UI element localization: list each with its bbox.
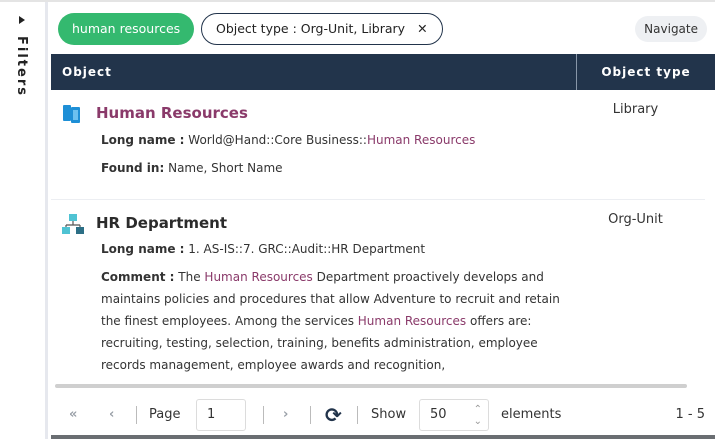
page-size-value: 50: [430, 407, 447, 422]
object-title[interactable]: HR Department: [96, 214, 227, 232]
found-in-label: Found in:: [101, 161, 165, 175]
comment-label: Comment :: [101, 270, 175, 284]
filter-chip-label: Object type : Org-Unit, Library: [216, 21, 406, 36]
highlight: Human Resources: [357, 314, 467, 328]
object-type: Org-Unit: [608, 212, 663, 227]
object-type-filter-chip[interactable]: Object type : Org-Unit, Library ✕: [201, 13, 443, 45]
next-page-icon[interactable]: ›: [283, 397, 288, 433]
long-name-value: 1. AS-IS::7. GRC::Audit::HR Department: [188, 242, 426, 256]
filters-sidebar[interactable]: Filters: [0, 2, 48, 439]
horizontal-scrollbar[interactable]: [55, 384, 687, 388]
found-in: Found in: Name, Short Name: [101, 157, 571, 179]
table-header: Object Object type: [51, 54, 715, 90]
divider: [310, 406, 311, 424]
remove-filter-icon[interactable]: ✕: [417, 14, 427, 44]
page-input[interactable]: 1: [196, 399, 246, 431]
found-in-value: Name, Short Name: [168, 161, 283, 175]
table-row[interactable]: Human Resources Library Long name : Worl…: [51, 90, 705, 200]
navigate-button[interactable]: Navigate: [635, 16, 707, 42]
long-name-label: Long name :: [101, 242, 185, 256]
highlight: Human Resources: [366, 133, 476, 147]
object-title[interactable]: Human Resources: [96, 104, 248, 122]
elements-label: elements: [501, 407, 562, 422]
long-name-label: Long name :: [101, 133, 185, 147]
first-page-icon[interactable]: «: [69, 397, 77, 433]
table-row[interactable]: HR Department Org-Unit Long name : 1. AS…: [51, 200, 705, 384]
library-icon: [63, 105, 80, 123]
results-panel: human resources Object type : Org-Unit, …: [51, 2, 715, 439]
long-name-value: World@Hand::Core Business::: [188, 133, 367, 147]
column-header-object-type[interactable]: Object type: [576, 54, 715, 90]
long-name: Long name : 1. AS-IS::7. GRC::Audit::HR …: [101, 238, 571, 260]
long-name: Long name : World@Hand::Core Business::H…: [101, 129, 571, 151]
show-label: Show: [371, 407, 407, 422]
org-unit-icon: [62, 214, 84, 234]
search-term-chip[interactable]: human resources: [58, 13, 195, 45]
expand-triangle-icon[interactable]: [19, 16, 25, 24]
comment-text: The: [178, 270, 205, 284]
divider: [263, 406, 264, 424]
refresh-icon[interactable]: ⟳: [325, 397, 342, 433]
bottom-edge: [51, 435, 715, 439]
divider: [136, 406, 137, 424]
pagination-bar: « ‹ Page 1 › ⟳ Show 50 ⌃ ⌄ elements 1 - 5: [51, 397, 715, 433]
page-label: Page: [149, 407, 181, 422]
page-size-stepper[interactable]: 50 ⌃ ⌄: [419, 399, 489, 431]
object-type: Library: [612, 102, 659, 117]
comment: Comment : The Human Resources Department…: [101, 266, 571, 376]
divider: [357, 406, 358, 424]
column-header-object[interactable]: Object: [62, 65, 112, 79]
previous-page-icon[interactable]: ‹: [109, 397, 114, 433]
filters-label[interactable]: Filters: [14, 36, 29, 97]
highlight: Human Resources: [204, 270, 313, 284]
results-range: 1 - 5: [675, 407, 706, 422]
stepper-arrows-icon[interactable]: ⌃ ⌄: [474, 400, 482, 428]
results-list: Human Resources Library Long name : Worl…: [51, 90, 705, 384]
